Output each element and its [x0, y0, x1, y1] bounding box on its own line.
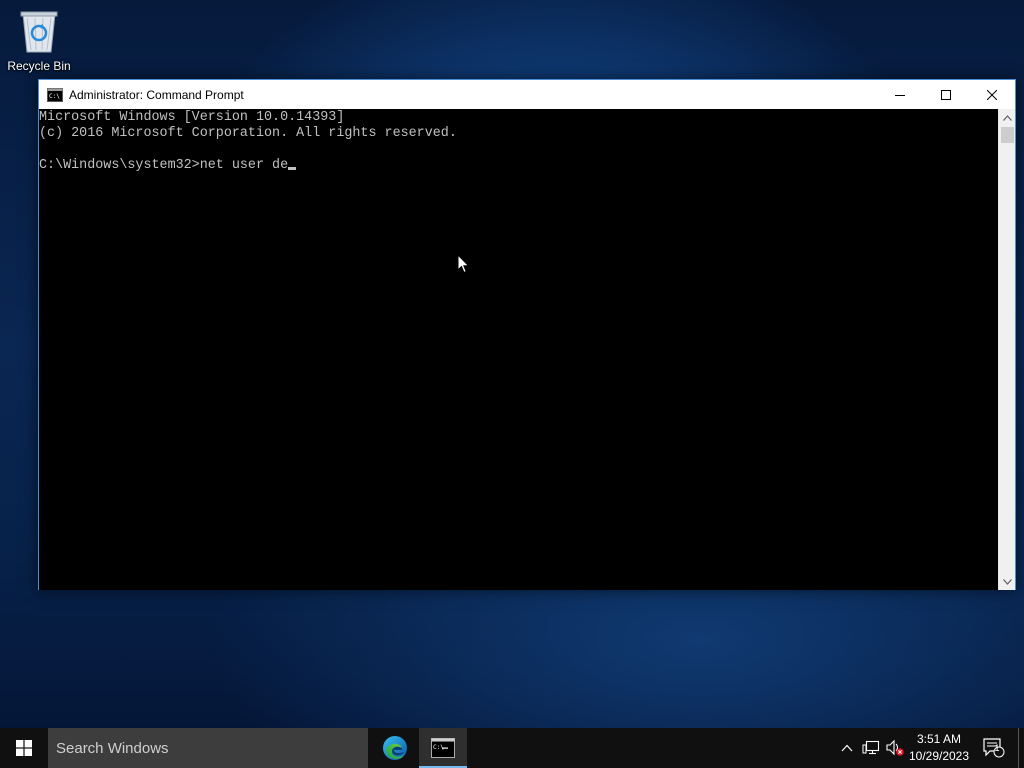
console-output[interactable]: Microsoft Windows [Version 10.0.14393] (… — [39, 109, 999, 590]
console-command-text: C:\Windows\system32>net user de — [39, 158, 289, 173]
text-cursor — [288, 167, 297, 170]
taskbar: Search Windows C:\ 3:51 AM 10/29/2023 1 — [0, 728, 1024, 768]
window-titlebar[interactable]: C:\ Administrator: Command Prompt — [39, 80, 1015, 109]
maximize-icon — [941, 89, 951, 100]
close-icon — [987, 89, 997, 100]
start-button[interactable] — [0, 728, 48, 768]
cmd-icon: C:\ — [47, 87, 63, 102]
chevron-up-icon — [841, 744, 853, 752]
windows-logo-icon — [16, 740, 32, 756]
search-placeholder: Search Windows — [56, 739, 169, 757]
taskbar-app-command-prompt[interactable]: C:\ — [419, 728, 467, 768]
cmd-icon: C:\ — [431, 738, 455, 758]
edge-icon — [383, 736, 407, 760]
svg-text:C:\: C:\ — [49, 93, 60, 100]
network-tray-button[interactable] — [860, 728, 882, 768]
minimize-button[interactable] — [877, 80, 923, 109]
taskbar-app-edge[interactable] — [371, 728, 419, 768]
scroll-thumb[interactable] — [1001, 127, 1014, 143]
taskbar-search-box[interactable]: Search Windows — [48, 728, 368, 768]
close-button[interactable] — [969, 80, 1015, 109]
maximize-button[interactable] — [923, 80, 969, 109]
scroll-up-button[interactable] — [999, 109, 1016, 126]
network-icon — [862, 740, 880, 755]
clock-date: 10/29/2023 — [908, 749, 970, 763]
console-line: (c) 2016 Microsoft Corporation. All righ… — [39, 126, 457, 141]
desktop-icon-recycle-bin[interactable]: Recycle Bin — [4, 6, 74, 73]
minimize-icon — [895, 94, 905, 96]
console-prompt-line[interactable]: C:\Windows\system32>net user de — [39, 158, 999, 174]
scroll-down-button[interactable] — [999, 573, 1016, 590]
console-line: Microsoft Windows [Version 10.0.14393] — [39, 110, 345, 125]
mouse-pointer-icon — [457, 254, 470, 274]
recycle-bin-icon — [20, 11, 58, 53]
notification-count-badge: 1 — [994, 743, 1000, 753]
show-hidden-icons-button[interactable] — [838, 728, 856, 768]
window-title: Administrator: Command Prompt — [69, 87, 244, 102]
action-center-button[interactable]: 1 — [980, 728, 1008, 768]
show-desktop-button[interactable] — [1018, 728, 1024, 768]
vertical-scrollbar[interactable] — [998, 109, 1015, 590]
chevron-down-icon — [1003, 578, 1012, 585]
command-prompt-window[interactable]: C:\ Administrator: Command Prompt Micros… — [38, 79, 1016, 590]
desktop-icon-label: Recycle Bin — [7, 59, 71, 73]
taskbar-clock[interactable]: 3:51 AM 10/29/2023 — [902, 728, 976, 768]
clock-time: 3:51 AM — [916, 732, 962, 746]
chevron-up-icon — [1003, 114, 1012, 121]
